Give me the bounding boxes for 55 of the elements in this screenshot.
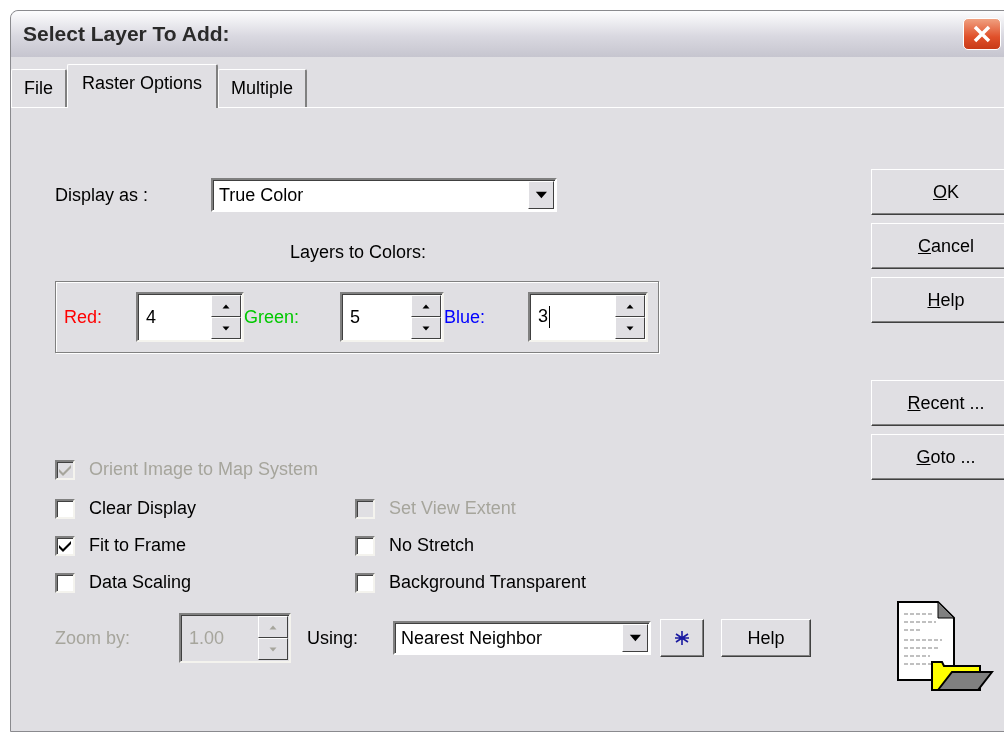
using-label: Using:	[307, 627, 360, 649]
channel-spinner[interactable]: 3	[528, 292, 648, 342]
checkbox-label: Data Scaling	[89, 572, 192, 593]
dialog-button[interactable]: Cancel	[871, 223, 1004, 269]
checkbox-label: Orient Image to Map System	[89, 459, 319, 480]
nav-button[interactable]: Goto ...	[871, 434, 1004, 480]
check-icon	[58, 539, 72, 552]
down-arrow-icon	[422, 325, 430, 331]
channel-label: Red:	[64, 306, 104, 328]
channel-spinner[interactable]: 4	[136, 292, 244, 342]
spinner-value: 5	[349, 306, 361, 328]
channel-spinner[interactable]: 5	[340, 292, 444, 342]
checkbox-label: Background Transparent	[389, 572, 587, 593]
checkbox-label: Fit to Frame	[89, 535, 186, 556]
window-title: Select Layer To Add:	[23, 22, 230, 46]
checkbox-label: Clear Display	[89, 498, 197, 519]
down-arrow-icon	[626, 325, 634, 331]
dialog-button[interactable]: OK	[871, 169, 1004, 215]
zoom-label: Zoom by:	[55, 627, 132, 649]
help-button[interactable]: Help	[721, 619, 811, 657]
checkbox[interactable]	[355, 535, 375, 556]
up-arrow-icon	[626, 303, 634, 309]
channel-label: Green:	[244, 306, 301, 328]
channel-label: Blue:	[444, 306, 487, 328]
checkbox[interactable]	[355, 572, 375, 593]
file-folder-icon	[896, 600, 994, 692]
down-arrow-icon	[222, 325, 230, 331]
asterisk-button[interactable]	[660, 619, 704, 657]
spinner-value: 4	[145, 306, 157, 328]
close-button[interactable]	[963, 18, 1001, 50]
group-title: Layers to Colors:	[289, 242, 427, 263]
spinner-value: 3	[530, 305, 615, 329]
tab[interactable]: File	[11, 69, 67, 107]
down-arrow-icon	[534, 191, 548, 199]
up-arrow-icon	[222, 303, 230, 309]
checkbox-label: Set View Extent	[389, 498, 516, 519]
tab[interactable]: Multiple	[218, 69, 308, 107]
resampling-dropdown[interactable]: Nearest Neighbor	[393, 621, 651, 655]
check-icon	[58, 463, 72, 476]
checkbox[interactable]	[55, 535, 75, 556]
spinner-value: 1.00	[188, 627, 226, 649]
close-icon	[971, 23, 993, 45]
checkbox-label: No Stretch	[389, 535, 475, 556]
checkbox[interactable]	[55, 498, 75, 519]
tab[interactable]: Raster Options	[67, 64, 219, 108]
up-arrow-icon	[422, 303, 430, 309]
dialog-button[interactable]: Help	[871, 277, 1004, 323]
checkbox[interactable]	[55, 572, 75, 593]
asterisk-icon	[674, 630, 690, 646]
display-as-label: Display as :	[55, 184, 150, 206]
up-arrow-icon	[269, 624, 277, 630]
display-dropdown[interactable]: True Color	[211, 178, 557, 212]
down-arrow-icon	[628, 634, 642, 642]
down-arrow-icon	[269, 646, 277, 652]
nav-button[interactable]: Recent ...	[871, 380, 1004, 426]
